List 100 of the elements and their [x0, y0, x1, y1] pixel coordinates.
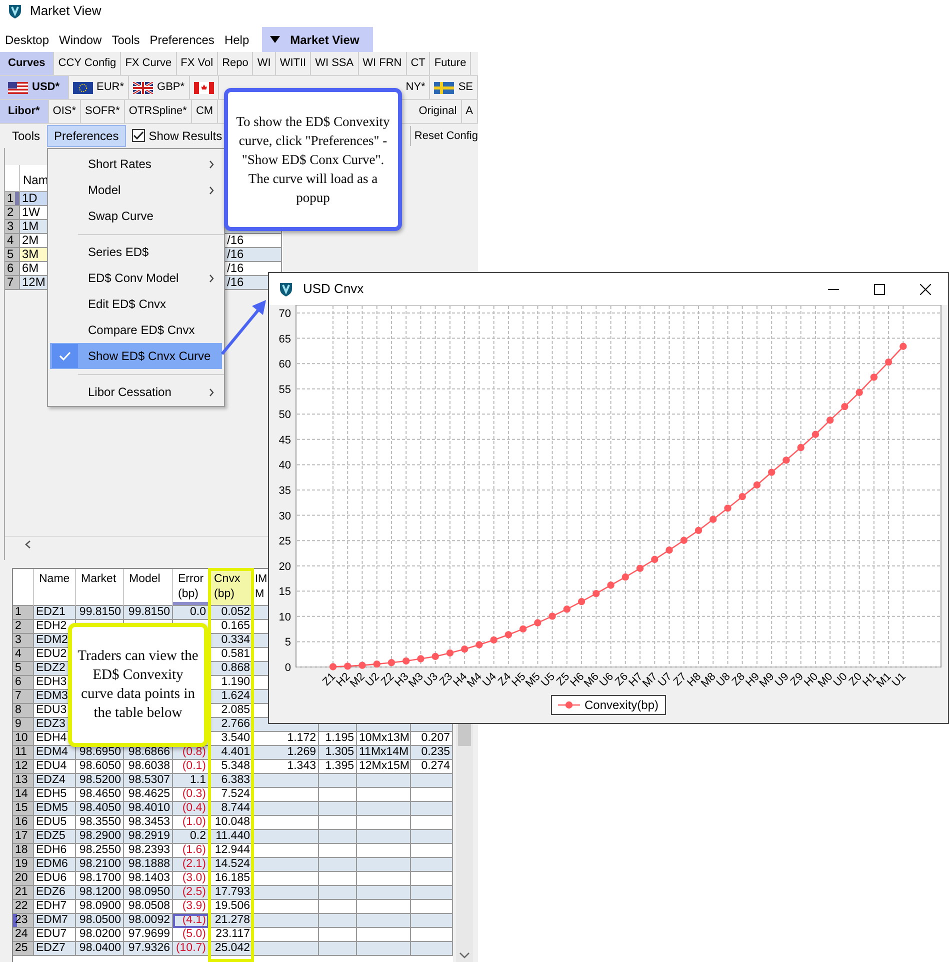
table-cell: EDZ1	[34, 606, 76, 620]
checkbox[interactable]	[132, 129, 145, 142]
caret-icon	[270, 36, 280, 43]
tab[interactable]: WI FRN	[358, 52, 407, 75]
row-number: 4	[13, 648, 34, 662]
data-point	[402, 657, 410, 665]
menu-item[interactable]: Help	[219, 27, 254, 52]
x-tick-label: U4	[480, 670, 499, 690]
table-cell: EDU4	[34, 760, 76, 774]
table-cell	[357, 816, 411, 830]
row-number: 13	[13, 774, 34, 788]
menu-item[interactable]: Market View	[262, 27, 374, 52]
table-cell	[357, 788, 411, 802]
eu-flag-icon	[72, 82, 93, 94]
uk-flag-icon	[133, 82, 154, 94]
data-point	[870, 374, 878, 381]
table-cell: 98.2393	[124, 844, 173, 858]
data-point	[826, 416, 834, 424]
y-tick-label: 40	[278, 460, 291, 472]
reset-config-button[interactable]: Reset Config	[410, 126, 478, 146]
table-cell: 16.185	[209, 872, 253, 886]
table-cell	[411, 928, 453, 942]
table-cell	[411, 942, 453, 956]
table-cell: 0.2	[173, 830, 209, 844]
tab[interactable]: USD*	[0, 76, 69, 99]
menu-item[interactable]: Compare ED$ Cnvx	[50, 317, 222, 343]
table-cell	[253, 816, 319, 830]
table-cell	[319, 914, 357, 928]
tab[interactable]: CT	[406, 52, 430, 75]
row-number: 16	[13, 816, 34, 830]
data-point	[753, 481, 761, 489]
menu-item[interactable]: Libor Cessation	[50, 379, 222, 405]
table-cell: 23.117	[209, 928, 253, 942]
table-cell: 17.793	[209, 886, 253, 900]
table-cell: (10.7)	[173, 942, 209, 956]
check-icon	[132, 131, 144, 140]
table-cell: 98.3550	[76, 816, 124, 830]
table-cell: 8.744	[209, 802, 253, 816]
menu-item[interactable]: Tools	[106, 27, 145, 52]
row-number: 9	[13, 718, 34, 732]
callout-note: To show the ED$ Convexity curve, click "Preferences" - "Show ED$ Conx Curve". The curve will load as a popup	[224, 88, 402, 231]
us-flag-icon	[8, 82, 28, 94]
toolbar-menu[interactable]: Preferences	[47, 125, 126, 147]
table-cell: 98.0900	[76, 900, 124, 914]
table-cell	[319, 802, 357, 816]
toolbar-menu[interactable]: Tools	[5, 125, 48, 147]
row-number: 5	[13, 662, 34, 676]
row-number: 25	[13, 942, 34, 956]
tab[interactable]: Libor*	[0, 100, 49, 123]
table-cell	[357, 802, 411, 816]
table-cell: 98.4010	[124, 802, 173, 816]
data-point	[548, 612, 556, 620]
table-cell: (0.1)	[173, 760, 209, 774]
menu-item[interactable]: Window	[54, 27, 107, 52]
table-cell: 0.165	[209, 620, 253, 634]
table-cell: 98.1403	[124, 872, 173, 886]
tab[interactable]: Curves	[0, 52, 54, 75]
data-point	[841, 402, 848, 410]
table-cell: 98.2550	[76, 844, 124, 858]
shield-logo-icon	[278, 281, 294, 297]
data-point	[329, 663, 337, 670]
chevron-left-icon[interactable]	[25, 540, 31, 549]
table-cell: EDH6	[34, 844, 76, 858]
menu-item[interactable]: Preferences	[144, 27, 220, 52]
table-cell: (0.8)	[173, 746, 209, 760]
table-cell	[411, 914, 453, 928]
menu-item[interactable]: Desktop	[0, 27, 54, 52]
y-tick-label: 55	[278, 384, 291, 396]
data-point	[519, 625, 527, 633]
row-number: 1	[13, 606, 34, 620]
data-point	[373, 660, 380, 668]
data-point	[724, 504, 732, 512]
table-cell: 7.524	[209, 788, 253, 802]
tab[interactable]: FX Vol	[176, 52, 218, 75]
tab[interactable]: A	[462, 100, 478, 123]
maximize-icon	[874, 284, 884, 294]
legend-marker-icon	[558, 700, 580, 710]
table-cell	[357, 872, 411, 886]
table-cell: EDU5	[34, 816, 76, 830]
table-cell	[411, 774, 453, 788]
data-point	[666, 546, 673, 554]
row-number: 11	[13, 746, 34, 760]
table-cell	[319, 844, 357, 858]
data-point	[358, 662, 366, 669]
data-point	[636, 564, 644, 572]
table-cell: 1.269	[253, 746, 319, 760]
table-cell: 98.6050	[76, 760, 124, 774]
table-cell	[411, 802, 453, 816]
callout-note: Traders can view the ED$ Convexity curve data points in the table below	[68, 623, 208, 747]
menu-item[interactable]: Show ED$ Cnvx Curve	[50, 343, 222, 369]
tab[interactable]: EUR*	[68, 76, 130, 99]
table-cell: 98.0200	[76, 928, 124, 942]
chevron-down-icon[interactable]	[459, 952, 470, 959]
table-cell	[319, 942, 357, 956]
table-cell: EDU7	[34, 928, 76, 942]
x-tick-label: U6	[597, 670, 616, 690]
table-cell: EDH7	[34, 900, 76, 914]
row-number: 24	[13, 928, 34, 942]
menu-item[interactable]: Edit ED$ Cnvx	[50, 291, 222, 317]
tab[interactable]	[190, 76, 219, 99]
